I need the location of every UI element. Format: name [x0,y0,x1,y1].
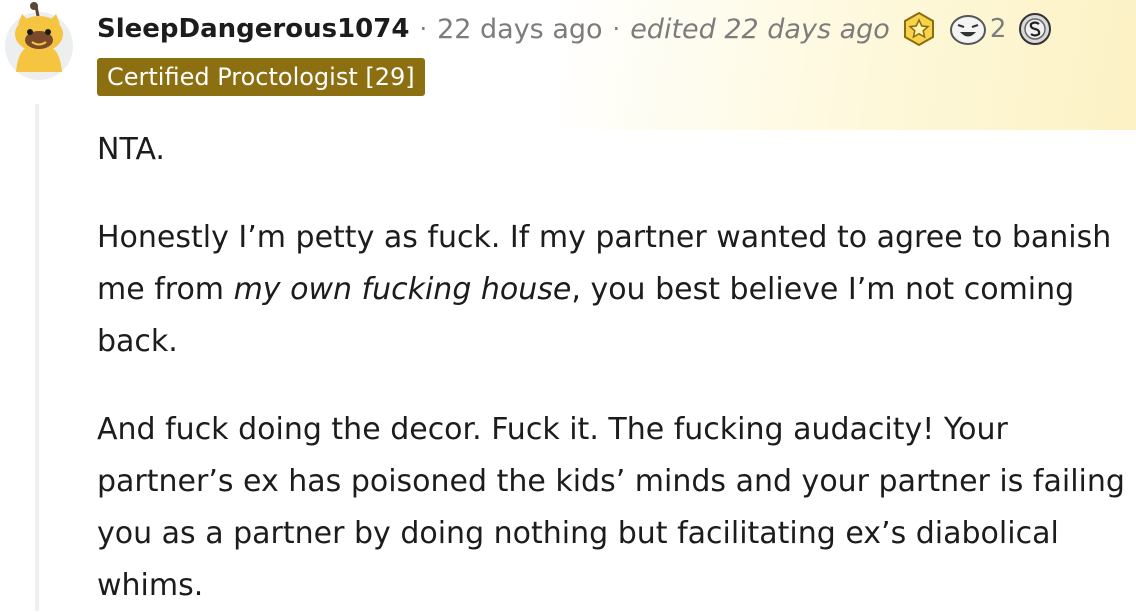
meta-separator: · [419,15,428,43]
gold-star-award-icon [903,11,934,47]
comment-paragraph: And fuck doing the decor. Fuck it. The f… [97,412,1125,603]
laughing-face-award-icon [949,15,986,45]
post-timestamp[interactable]: 22 days ago [437,14,602,45]
snoo-avatar-icon [5,2,73,80]
comment-paragraph: NTA. [97,132,165,167]
edited-timestamp: edited 22 days ago [630,13,890,45]
comment-body: NTA. Honestly I’m petty as fuck. If my p… [97,124,1127,612]
username-link[interactable]: SleepDangerous1074 [97,14,409,44]
meta-separator: · [612,15,621,43]
emphasized-text: my own fucking house [233,272,572,307]
award-count: 2 [989,14,1007,44]
thread-collapse-line[interactable] [35,104,39,611]
award-silver[interactable] [1018,11,1052,47]
award-gold-star[interactable] [902,11,936,47]
award-laughing-face[interactable]: 2 [948,11,1007,47]
silver-award-icon [1019,13,1052,45]
user-flair-badge: Certified Proctologist [29] [97,58,425,96]
avatar[interactable] [4,2,74,86]
comment-paragraph: Honestly I’m petty as fuck. If my partne… [97,212,1127,368]
comment-meta: SleepDangerous1074 · 22 days ago · edite… [97,8,1052,50]
